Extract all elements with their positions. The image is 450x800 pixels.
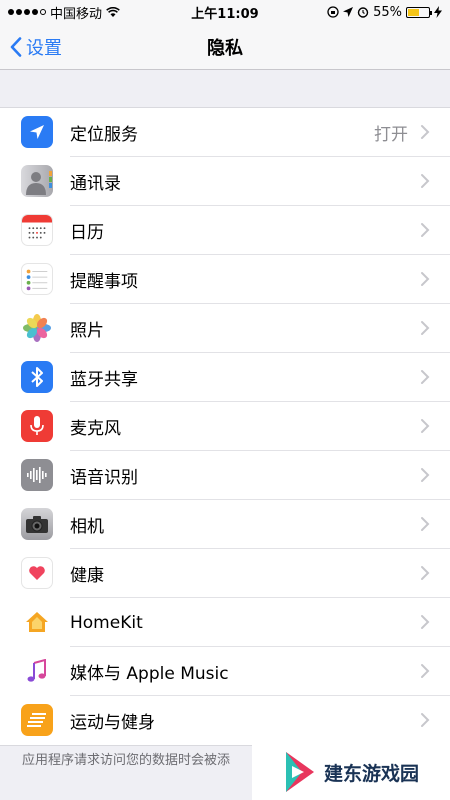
- chevron-right-icon: [421, 272, 430, 286]
- signal-strength-icon: [8, 9, 46, 15]
- chevron-right-icon: [421, 321, 430, 335]
- reminders-row[interactable]: 提醒事项: [0, 255, 450, 304]
- health-heart-icon: [21, 557, 53, 589]
- chevron-right-icon: [421, 615, 430, 629]
- row-label: 定位服务: [70, 125, 138, 145]
- navigation-bar: 设置 隐私: [0, 24, 450, 70]
- contacts-row[interactable]: 通讯录: [0, 157, 450, 206]
- row-label: 媒体与 Apple Music: [70, 664, 229, 684]
- health-row[interactable]: 健康: [0, 549, 450, 598]
- camera-icon: [21, 508, 53, 540]
- charging-icon: [434, 6, 442, 18]
- row-label: 健康: [70, 566, 104, 586]
- motion-icon: [21, 704, 53, 736]
- chevron-right-icon: [421, 468, 430, 482]
- row-label: 蓝牙共享: [70, 370, 138, 390]
- chevron-right-icon: [421, 174, 430, 188]
- battery-fill: [408, 8, 419, 16]
- camera-row[interactable]: 相机: [0, 500, 450, 549]
- battery-icon: [406, 6, 432, 18]
- homekit-row[interactable]: HomeKit: [0, 598, 450, 647]
- motion-fitness-row[interactable]: 运动与健身: [0, 696, 450, 745]
- row-label: HomeKit: [70, 612, 143, 633]
- bluetooth-icon: [21, 361, 53, 393]
- row-label: 提醒事项: [70, 272, 138, 292]
- home-icon: [21, 606, 53, 638]
- microphone-icon: [21, 410, 53, 442]
- chevron-right-icon: [421, 664, 430, 678]
- privacy-settings-list: 定位服务 打开 通讯录 日历 提醒事项 照片 蓝牙共享 麦克风 语音识别 相机 …: [0, 107, 450, 746]
- photos-icon: [21, 312, 53, 344]
- row-value: 打开: [374, 125, 408, 145]
- location-services-row[interactable]: 定位服务 打开: [0, 108, 450, 157]
- watermark-logo-icon: [286, 752, 314, 792]
- chevron-right-icon: [421, 370, 430, 384]
- music-note-icon: [21, 655, 53, 687]
- back-button[interactable]: 设置: [10, 24, 62, 70]
- media-apple-music-row[interactable]: 媒体与 Apple Music: [0, 647, 450, 696]
- chevron-right-icon: [421, 566, 430, 580]
- back-button-label: 设置: [26, 38, 62, 59]
- speech-recognition-row[interactable]: 语音识别: [0, 451, 450, 500]
- status-right: 55%: [327, 5, 442, 20]
- contacts-icon: [21, 165, 53, 197]
- status-bar: 中国移动 上午11:09 55%: [0, 0, 450, 24]
- row-label: 相机: [70, 517, 104, 537]
- watermark-text: 建东游戏园: [324, 762, 420, 785]
- calendar-row[interactable]: 日历: [0, 206, 450, 255]
- location-arrow-icon: [21, 116, 53, 148]
- calendar-icon: [21, 214, 53, 246]
- watermark: 建东游戏园: [252, 744, 450, 800]
- alarm-icon: [357, 7, 369, 18]
- row-label: 麦克风: [70, 419, 121, 439]
- row-label: 照片: [70, 321, 104, 341]
- chevron-right-icon: [421, 517, 430, 531]
- chevron-right-icon: [421, 125, 430, 139]
- row-label: 通讯录: [70, 174, 121, 194]
- page-title: 隐私: [207, 37, 243, 59]
- waveform-icon: [21, 459, 53, 491]
- status-left: 中国移动: [8, 3, 120, 22]
- battery-percent: 55%: [373, 4, 402, 20]
- chevron-left-icon: [10, 37, 22, 57]
- microphone-row[interactable]: 麦克风: [0, 402, 450, 451]
- rotation-lock-icon: [327, 6, 339, 18]
- row-label: 语音识别: [70, 468, 138, 488]
- chevron-right-icon: [421, 419, 430, 433]
- wifi-icon: [106, 6, 120, 17]
- chevron-right-icon: [421, 713, 430, 727]
- photos-row[interactable]: 照片: [0, 304, 450, 353]
- bluetooth-sharing-row[interactable]: 蓝牙共享: [0, 353, 450, 402]
- chevron-right-icon: [421, 223, 430, 237]
- row-label: 日历: [70, 223, 104, 243]
- location-status-icon: [343, 7, 354, 17]
- carrier-name: 中国移动: [50, 6, 103, 22]
- reminders-icon: [21, 263, 53, 295]
- row-label: 运动与健身: [70, 713, 155, 733]
